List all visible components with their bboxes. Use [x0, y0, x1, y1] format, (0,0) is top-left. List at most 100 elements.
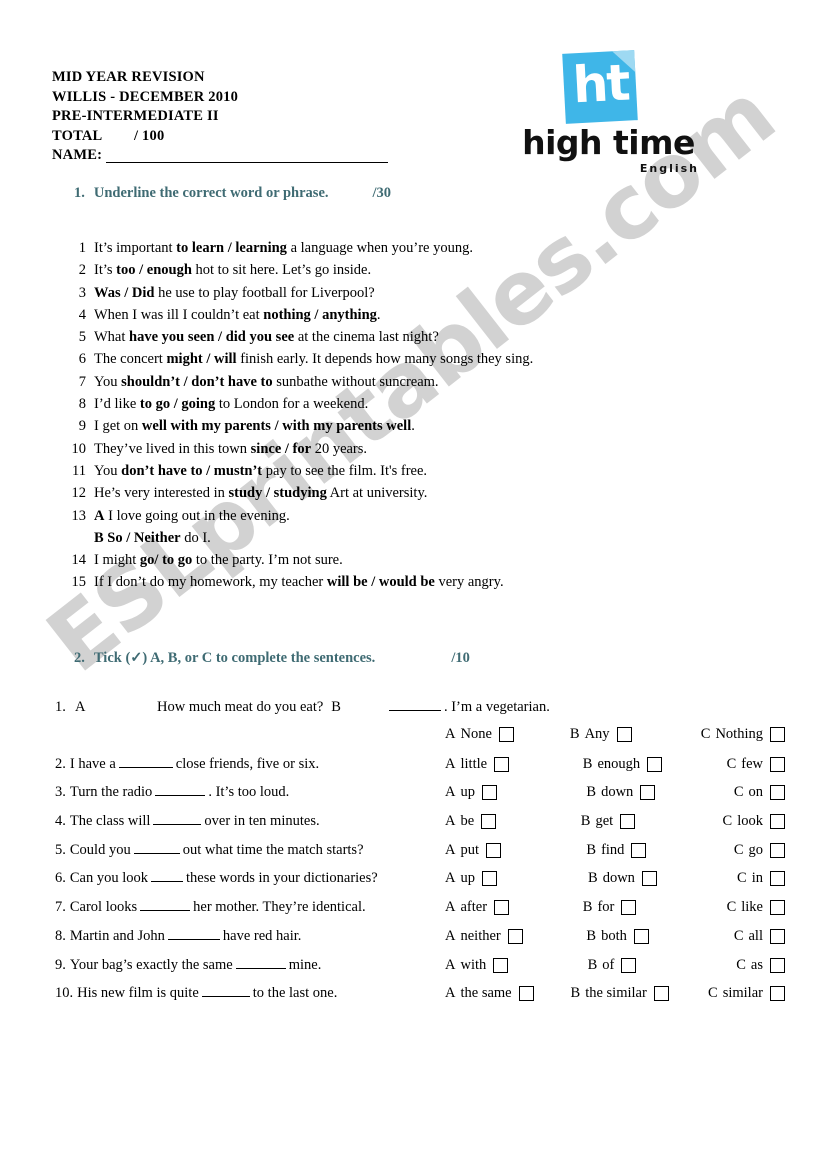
option-b[interactable]: Bthe similar	[571, 985, 688, 1002]
option-letter: B	[582, 755, 593, 772]
option-checkbox[interactable]	[640, 785, 656, 801]
answer-blank[interactable]	[235, 956, 286, 969]
option-checkbox[interactable]	[769, 900, 785, 916]
option-b[interactable]: Bfor	[583, 899, 681, 916]
name-input-line[interactable]	[106, 161, 389, 163]
option-c[interactable]: Cfew	[727, 756, 785, 773]
option-b[interactable]: Bget	[581, 813, 679, 830]
option-c[interactable]: Cas	[736, 957, 785, 974]
answer-choice-pair[interactable]: to learn / learning	[176, 240, 287, 256]
option-checkbox[interactable]	[769, 727, 785, 742]
option-checkbox[interactable]	[493, 957, 509, 973]
answer-choice-pair[interactable]: Was / Did	[94, 285, 154, 301]
option-label: find	[601, 841, 625, 858]
option-checkbox[interactable]	[494, 900, 510, 916]
option-checkbox[interactable]	[769, 814, 785, 830]
option-b[interactable]: B Any	[570, 726, 668, 743]
option-checkbox[interactable]	[481, 785, 497, 801]
answer-choice-pair[interactable]: shouldn’t / don’t have to	[121, 374, 272, 390]
option-checkbox[interactable]	[633, 928, 649, 944]
worksheet-page: MID YEAR REVISION WILLIS - DECEMBER 2010…	[0, 0, 821, 1169]
option-a[interactable]: Aneither	[445, 928, 537, 945]
question-text-after-blank: over in ten minutes.	[204, 813, 320, 830]
option-checkbox[interactable]	[769, 871, 785, 887]
answer-choice-pair[interactable]: study / studying	[229, 485, 327, 501]
exercise-1-item-text: A I love going out in the evening.	[94, 505, 290, 527]
exercise-1-item: 7 You shouldn’t / don’t have to sunbathe …	[62, 371, 742, 393]
option-c[interactable]: Con	[734, 784, 785, 801]
answer-choice-pair[interactable]: nothing / anything	[263, 307, 377, 323]
option-b[interactable]: Benough	[583, 756, 681, 773]
answer-blank[interactable]	[133, 841, 180, 854]
option-b[interactable]: Bboth	[586, 928, 684, 945]
exercise-1-item-number: 8	[78, 396, 86, 413]
option-label: few	[741, 755, 763, 772]
answer-blank[interactable]	[118, 755, 173, 768]
answer-choice-pair[interactable]: go/ to go	[140, 552, 192, 568]
option-checkbox[interactable]	[769, 756, 785, 772]
option-checkbox[interactable]	[486, 842, 502, 858]
sentence-text: I’d like	[94, 396, 140, 413]
exercise-2-options: Aup Bdown Con	[445, 784, 785, 801]
option-a[interactable]: Athe same	[445, 985, 550, 1002]
option-checkbox[interactable]	[518, 986, 534, 1002]
option-a[interactable]: Awith	[445, 957, 537, 974]
option-checkbox[interactable]	[769, 842, 785, 858]
option-c[interactable]: Csimilar	[708, 985, 785, 1002]
answer-choice-pair[interactable]: will be / would be	[327, 574, 435, 590]
answer-blank[interactable]	[201, 984, 250, 998]
option-checkbox[interactable]	[769, 957, 785, 973]
option-checkbox[interactable]	[769, 785, 785, 801]
option-checkbox[interactable]	[507, 928, 523, 944]
answer-blank[interactable]	[151, 869, 184, 883]
option-checkbox[interactable]	[494, 756, 510, 772]
option-checkbox[interactable]	[616, 727, 632, 742]
option-c[interactable]: Cin	[737, 870, 785, 887]
option-checkbox[interactable]	[481, 814, 497, 830]
option-a[interactable]: Aput	[445, 842, 537, 859]
option-a[interactable]: Alittle	[445, 756, 537, 773]
option-b[interactable]: Bdown	[588, 870, 686, 887]
option-checkbox[interactable]	[621, 900, 637, 916]
option-c[interactable]: Clook	[723, 813, 785, 830]
answer-choice-pair[interactable]: B	[94, 530, 104, 546]
option-c[interactable]: Cgo	[734, 842, 785, 859]
option-a[interactable]: Abe	[445, 813, 537, 830]
answer-choice-pair[interactable]: don’t have to / mustn’t	[121, 463, 262, 479]
option-checkbox[interactable]	[769, 928, 785, 944]
dialogue-answer-blank[interactable]	[388, 698, 441, 711]
option-checkbox[interactable]	[769, 986, 785, 1002]
answer-blank[interactable]	[167, 927, 220, 940]
option-checkbox[interactable]	[498, 727, 514, 742]
option-c[interactable]: C Nothing	[701, 726, 785, 743]
option-a[interactable]: A None	[445, 726, 537, 743]
answer-blank[interactable]	[153, 812, 202, 826]
option-b[interactable]: Bfind	[586, 842, 684, 859]
answer-choice-pair[interactable]: might / will	[166, 351, 236, 367]
option-checkbox[interactable]	[620, 814, 636, 830]
option-checkbox[interactable]	[653, 986, 669, 1002]
answer-choice-pair[interactable]: A	[94, 508, 104, 524]
option-c[interactable]: Clike	[727, 899, 785, 916]
option-b[interactable]: Bof	[588, 957, 686, 974]
option-c[interactable]: Call	[734, 928, 785, 945]
option-checkbox[interactable]	[631, 842, 647, 858]
option-a[interactable]: Aafter	[445, 899, 537, 916]
sentence-text: You	[94, 462, 122, 479]
option-checkbox[interactable]	[481, 871, 497, 887]
option-b[interactable]: Bdown	[586, 784, 684, 801]
answer-blank[interactable]	[140, 898, 191, 912]
option-checkbox[interactable]	[621, 957, 637, 973]
answer-choice-pair[interactable]: have you seen / did you see	[129, 329, 294, 345]
option-checkbox[interactable]	[647, 756, 663, 772]
answer-choice-pair[interactable]: So / Neither	[107, 530, 180, 546]
option-a[interactable]: Aup	[445, 870, 537, 887]
option-a[interactable]: Aup	[445, 784, 537, 801]
answer-choice-pair[interactable]: since / for	[251, 441, 311, 457]
answer-choice-pair[interactable]: too / enough	[116, 262, 192, 278]
answer-choice-pair[interactable]: to go / going	[140, 396, 215, 412]
exercise-2-row: 5. Could you out what time the match start…	[55, 841, 785, 870]
answer-choice-pair[interactable]: well with my parents / with my parents w…	[142, 418, 411, 434]
answer-blank[interactable]	[155, 783, 206, 797]
option-checkbox[interactable]	[641, 871, 657, 887]
